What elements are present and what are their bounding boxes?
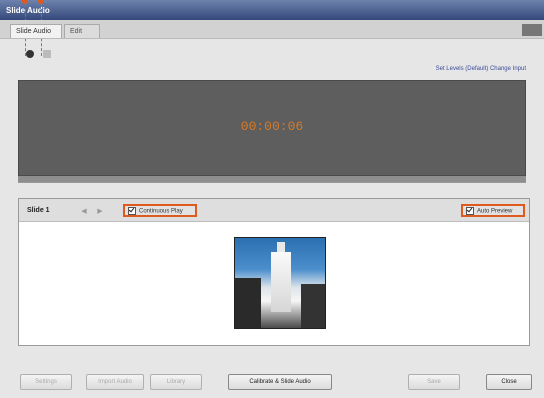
tab-slide-audio[interactable]: Slide Audio [10,24,62,38]
slide-label: Slide 1 [27,207,50,214]
auto-preview-checkbox[interactable] [466,207,474,215]
button-label: Close [501,379,517,385]
tab-edit[interactable]: Edit [64,24,100,38]
tab-bar: Slide Audio Edit [0,20,544,39]
import-audio-button[interactable]: Import Audio [86,374,144,390]
recording-timer: 00:00:06 [240,119,304,134]
button-label: Settings [35,379,57,385]
tab-label: Edit [70,28,83,35]
continuous-play-option[interactable]: Continuous Play [123,204,197,217]
title-bar: Slide Audio [0,0,544,20]
button-label: Library [166,379,186,385]
slide-panel-header: Slide 1 ◀ ▶ Continuous Play Auto Preview [19,199,529,222]
stop-icon[interactable] [42,50,51,58]
thumbnail-tree [301,284,325,328]
settings-button[interactable]: Settings [20,374,72,390]
transport-controls [26,50,57,62]
continuous-play-label: Continuous Play [139,208,183,215]
thumbnail-tree [235,278,261,328]
recording-display: 00:00:06 [18,80,526,176]
button-label: Calibrate & Slide Audio [249,379,311,385]
library-button[interactable]: Library [150,374,202,390]
record-icon[interactable] [26,50,34,58]
button-label: Save [427,379,441,385]
calibrate-button[interactable]: Calibrate & Slide Audio [228,374,332,390]
continuous-play-checkbox[interactable] [128,207,136,215]
auto-preview-option[interactable]: Auto Preview [461,204,525,217]
chevron-left-icon[interactable]: ◀ [79,207,89,215]
input-settings-link[interactable]: Set Levels (Default) Change Input [436,66,526,72]
thumbnail-tower [271,252,291,312]
tab-bar-end [522,24,542,36]
chevron-right-icon[interactable]: ▶ [95,207,105,215]
button-label: Import Audio [98,379,132,385]
recording-progress-fill [18,176,526,182]
slide-thumbnail [234,237,326,329]
close-button[interactable]: Close [486,374,532,390]
save-button[interactable]: Save [408,374,460,390]
slide-panel: Slide 1 ◀ ▶ Continuous Play Auto Preview [18,198,530,346]
tab-label: Slide Audio [16,28,52,35]
window-title: Slide Audio [6,6,50,15]
recording-progress [18,176,526,183]
auto-preview-label: Auto Preview [477,208,513,215]
